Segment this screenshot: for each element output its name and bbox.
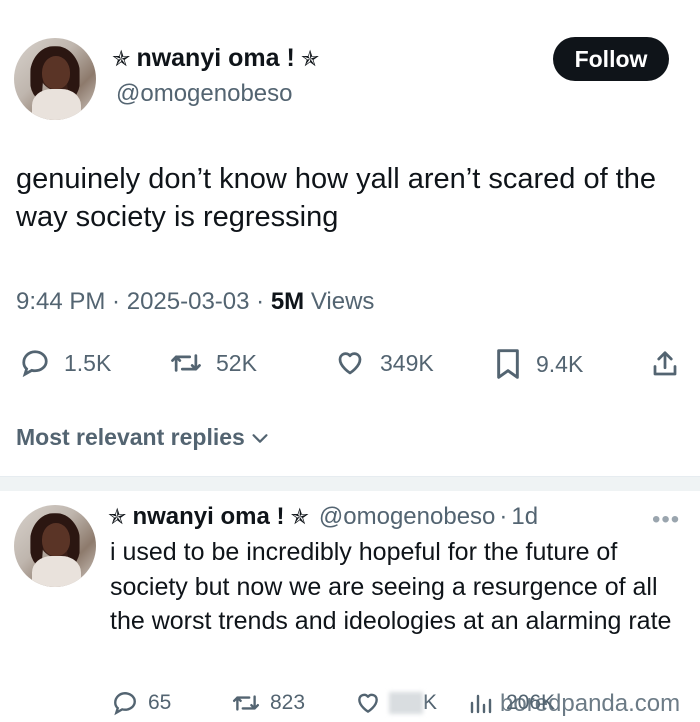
reply-text: i used to be incredibly hopeful for the … <box>110 538 672 635</box>
views-label: Views <box>310 288 375 315</box>
views-count: 5M <box>270 288 305 315</box>
chevron-down-icon <box>252 433 268 443</box>
views-icon <box>470 694 492 714</box>
bookmark-icon <box>497 349 519 379</box>
like-count: 349K <box>380 349 434 376</box>
reply-count: 1.5K <box>64 349 112 376</box>
star-icon: ✯ <box>112 45 131 71</box>
reply-button[interactable]: 1.5K <box>20 348 111 378</box>
bookmark-button[interactable]: 9.4K <box>494 348 583 380</box>
blurred-like-count <box>389 692 423 714</box>
follow-button[interactable]: Follow <box>553 37 669 81</box>
display-name-text: nwanyi oma ! <box>136 44 295 72</box>
reply-handle[interactable]: @omogenobeso <box>319 503 495 531</box>
reply-retweet-button[interactable]: 823 <box>232 690 305 716</box>
section-divider <box>0 476 700 491</box>
tweet-time[interactable]: 9:44 PM <box>16 288 105 315</box>
like-button[interactable]: 349K <box>334 348 434 378</box>
reply-avatar[interactable] <box>14 505 96 587</box>
like-icon <box>338 352 362 375</box>
star-icon: ✯ <box>290 504 309 529</box>
tweet-text: genuinely don’t know how yall aren’t sca… <box>16 163 656 233</box>
reply-retweet-count: 823 <box>270 691 306 714</box>
reply-reply-button[interactable]: 65 <box>112 690 171 716</box>
avatar[interactable] <box>14 38 96 120</box>
share-button[interactable] <box>650 348 694 380</box>
retweet-icon <box>171 354 201 372</box>
retweet-count: 52K <box>216 349 257 376</box>
reply-reply-count: 65 <box>148 691 172 714</box>
star-icon: ✯ <box>108 504 127 529</box>
reply-age[interactable]: 1d <box>511 503 538 531</box>
reply-icon <box>22 350 48 378</box>
share-icon <box>653 351 677 376</box>
reply-like-count: K <box>423 691 438 714</box>
reply-like-button[interactable]: K <box>355 690 437 716</box>
tweet-date[interactable]: 2025-03-03 <box>127 288 250 315</box>
retweet-button[interactable]: 52K <box>170 348 257 378</box>
watermark: boredpanda.com <box>500 690 681 717</box>
bookmark-count: 9.4K <box>536 350 584 377</box>
reply-display-name[interactable]: nwanyi oma ! <box>132 503 284 531</box>
more-icon[interactable]: ••• <box>652 506 680 534</box>
handle[interactable]: @omogenobeso <box>116 80 292 108</box>
star-icon: ✯ <box>300 45 320 71</box>
reply-icon <box>114 692 136 716</box>
replies-sort-label: Most relevant replies <box>16 424 245 450</box>
reply-header: ✯ nwanyi oma ! ✯ @omogenobeso · 1d <box>108 503 539 531</box>
display-name[interactable]: ✯ nwanyi oma ! ✯ <box>106 44 325 73</box>
replies-sort-dropdown[interactable]: Most relevant replies <box>16 424 271 451</box>
like-icon <box>358 693 378 713</box>
tweet-meta: 9:44 PM · 2025-03-03 · 5M Views <box>16 288 375 315</box>
retweet-icon <box>232 695 260 711</box>
